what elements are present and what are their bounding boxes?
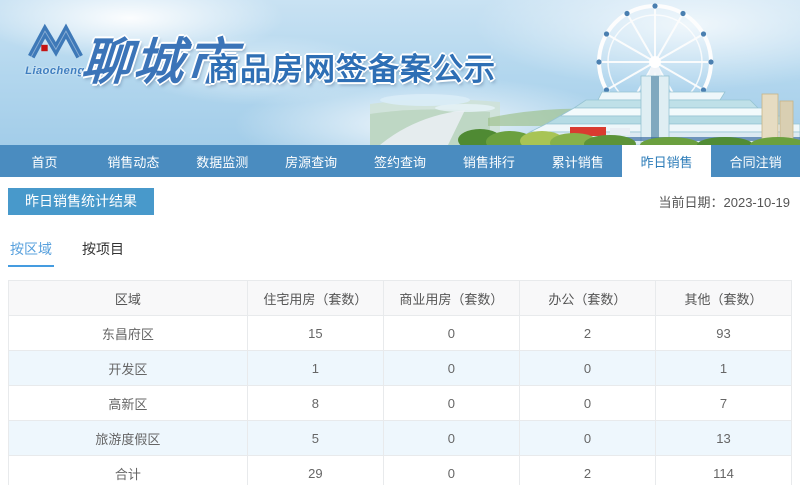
value-cell: 1 [655,351,791,386]
value-cell: 2 [519,456,655,485]
value-cell: 8 [247,386,383,421]
region-cell: 东昌府区 [9,316,248,351]
value-cell: 93 [655,316,791,351]
nav-item-8[interactable]: 合同注销 [711,145,800,177]
value-cell: 29 [247,456,383,485]
site-header: Liaocheng 聊城市 商品房网签备案公示 [0,0,800,145]
value-cell: 2 [519,316,655,351]
site-logo: Liaocheng [20,22,90,77]
value-cell: 114 [655,456,791,485]
sales-stats-table: 区域住宅用房（套数）商业用房（套数）办公（套数）其他（套数） 东昌府区15029… [8,280,792,485]
liaocheng-m-logo-icon [27,22,83,64]
value-cell: 7 [655,386,791,421]
table-row: 合计2902114 [9,456,792,485]
content-area: 昨日销售统计结果 当前日期：2023-10-19 按区域 按项目 区域住宅用房（套… [0,177,800,485]
nav-item-6[interactable]: 累计销售 [533,145,622,177]
table-row: 东昌府区150293 [9,316,792,351]
section-header: 昨日销售统计结果 当前日期：2023-10-19 [8,188,792,215]
nav-item-2[interactable]: 数据监测 [178,145,267,177]
table-header-row: 区域住宅用房（套数）商业用房（套数）办公（套数）其他（套数） [9,281,792,316]
table-row: 开发区1001 [9,351,792,386]
value-cell: 0 [383,456,519,485]
nav-item-1[interactable]: 销售动态 [89,145,178,177]
nav-item-7[interactable]: 昨日销售 [622,145,711,177]
region-cell: 高新区 [9,386,248,421]
value-cell: 1 [247,351,383,386]
table-body: 东昌府区150293开发区1001高新区8007旅游度假区50013合计2902… [9,316,792,485]
value-cell: 0 [519,386,655,421]
column-header-4: 其他（套数） [655,281,791,316]
site-title-main: 商品房网签备案公示 [208,44,496,89]
view-tab-0[interactable]: 按区域 [10,239,52,267]
current-date-label: 当前日期：2023-10-19 [659,192,793,211]
table-row: 旅游度假区50013 [9,421,792,456]
value-cell: 0 [383,351,519,386]
nav-item-0[interactable]: 首页 [0,145,89,177]
value-cell: 5 [247,421,383,456]
main-nav: 首页销售动态数据监测房源查询签约查询销售排行累计销售昨日销售合同注销 [0,145,800,177]
nav-item-5[interactable]: 销售排行 [444,145,533,177]
value-cell: 0 [519,421,655,456]
view-tabs: 按区域 按项目 [10,239,790,267]
section-title-badge: 昨日销售统计结果 [8,188,154,215]
value-cell: 13 [655,421,791,456]
region-cell: 合计 [9,456,248,485]
value-cell: 15 [247,316,383,351]
region-cell: 开发区 [9,351,248,386]
column-header-2: 商业用房（套数） [383,281,519,316]
region-cell: 旅游度假区 [9,421,248,456]
column-header-0: 区域 [9,281,248,316]
nav-item-4[interactable]: 签约查询 [356,145,445,177]
column-header-3: 办公（套数） [519,281,655,316]
value-cell: 0 [383,316,519,351]
table-row: 高新区8007 [9,386,792,421]
nav-item-3[interactable]: 房源查询 [267,145,356,177]
view-tab-1[interactable]: 按项目 [82,239,124,267]
logo-brand-text: Liaocheng [20,65,90,77]
value-cell: 0 [383,421,519,456]
value-cell: 0 [383,386,519,421]
column-header-1: 住宅用房（套数） [247,281,383,316]
value-cell: 0 [519,351,655,386]
